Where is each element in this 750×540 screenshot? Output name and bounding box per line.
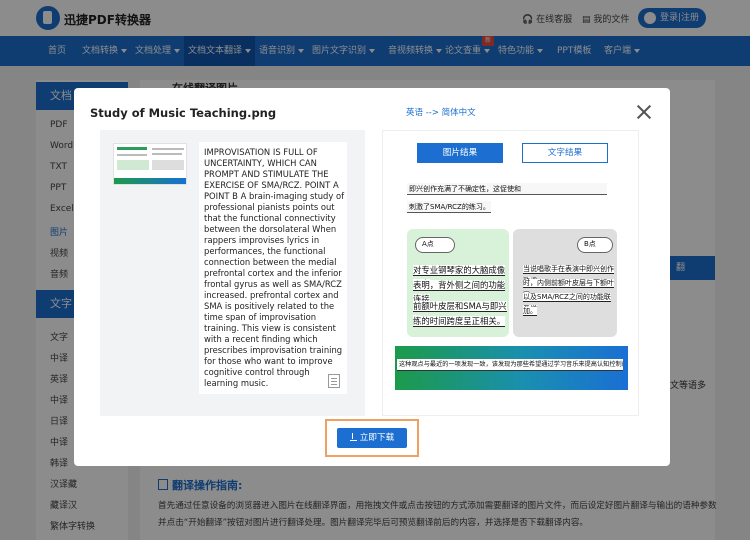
copy-document-icon[interactable] [328,374,340,388]
translated-image-preview: 即兴创作充满了不确定性，这促使和 刺激了SMA/RCZ的练习。 A点 对专业钢琴… [395,171,628,411]
preview-banner-text: 这种观点与最近的一项发现一致，该发现为那些希望通过学习音乐来提高认知控制的人规定… [397,359,623,371]
preview-card-a: A点 对专业钢琴家的大脑成像研究 表明，背外侧之间的功能连接 前额叶皮层和SMA… [407,229,509,337]
thumbnail-heading [117,147,147,150]
preview-cn-line: 练的时间跨度呈正相关。 [413,314,506,328]
tab-image-result[interactable]: 图片结果 [417,143,503,163]
thumbnail-block [117,160,149,170]
download-icon [349,433,357,441]
language-pair: 英语 --> 简体中文 [406,108,476,118]
thumbnail-line [152,153,182,155]
point-a-label: A点 [415,237,455,253]
thumbnail-block [152,160,184,170]
download-label: 立即下载 [359,433,395,443]
thumbnail-line [152,148,184,150]
tab-text-result[interactable]: 文字结果 [522,143,608,163]
ocr-text-card: IMPROVISATION IS FULL OF UNCERTAINTY, WH… [199,142,347,394]
preview-banner: 这种观点与最近的一项发现一致，该发现为那些希望通过学习音乐来提高认知控制的人规定… [395,346,628,390]
preview-line: 即兴创作充满了不确定性，这促使和 [407,183,607,195]
preview-card-b: B点 当说唱歌手在表演中即兴创作歌词 时，内侧前额叶皮层与下额叶回 以及SMA/… [513,229,617,337]
source-panel: IMPROVISATION IS FULL OF UNCERTAINTY, WH… [100,130,365,416]
result-panel: 图片结果 文字结果 即兴创作充满了不确定性，这促使和 刺激了SMA/RCZ的练习… [382,130,639,416]
source-thumbnail[interactable] [113,143,187,185]
cn-text: 练的时间跨度呈正相关。 [413,316,506,327]
close-icon[interactable] [636,104,652,120]
download-button[interactable]: 立即下载 [337,428,407,448]
ocr-text: IMPROVISATION IS FULL OF UNCERTAINTY, WH… [204,147,345,388]
thumbnail-bar [114,178,186,184]
preview-cn-line: 加。 [523,305,537,317]
preview-cn-line: 以及SMA/RCZ之间的功能联系增 [523,291,617,315]
result-modal: Study of Music Teaching.png 英语 --> 简体中文 … [74,88,670,466]
preview-line: 刺激了SMA/RCZ的练习。 [407,201,491,213]
modal-title: Study of Music Teaching.png [90,106,277,120]
download-highlight: 立即下载 [325,419,419,457]
cn-text: 加。 [523,307,537,316]
thumbnail-line [117,154,147,156]
point-b-label: B点 [577,237,613,253]
